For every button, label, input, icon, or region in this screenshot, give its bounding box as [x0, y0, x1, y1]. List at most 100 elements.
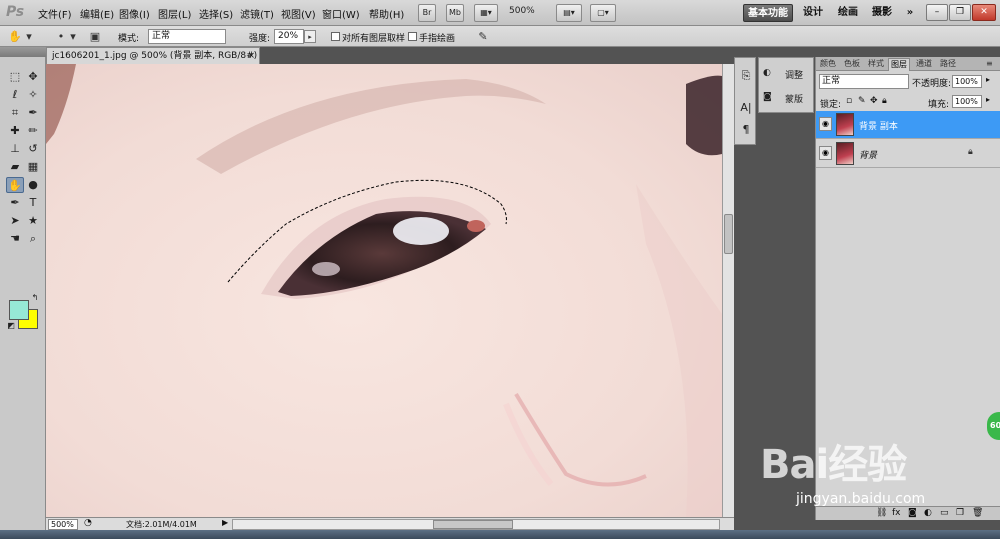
tab-styles[interactable]: 样式: [866, 58, 886, 71]
lock-all-icon[interactable]: 🔒︎: [882, 96, 887, 106]
brush-dropdown-icon[interactable]: ▾: [68, 28, 78, 45]
menu-layer[interactable]: 图层(L): [158, 6, 191, 21]
menu-image[interactable]: 图像(I): [119, 6, 150, 21]
new-layer-icon[interactable]: ❐: [956, 508, 964, 518]
history-brush-tool-icon[interactable]: ↺: [24, 141, 42, 157]
mini-bridge-button[interactable]: Mb: [446, 4, 464, 22]
fill-input[interactable]: 100%: [952, 95, 982, 108]
paragraph-panel-icon[interactable]: ¶: [738, 122, 754, 138]
panel-menu-icon[interactable]: ≡: [984, 58, 995, 71]
masks-label[interactable]: 蒙版: [785, 92, 803, 105]
delete-layer-icon[interactable]: 🗑︎: [972, 508, 983, 518]
photo-canvas[interactable]: [46, 64, 722, 517]
pressure-icon[interactable]: ✎: [474, 28, 492, 45]
opacity-input[interactable]: 100%: [952, 75, 982, 88]
fill-arrow-icon[interactable]: ▸: [986, 95, 990, 104]
vertical-scroll-thumb[interactable]: [724, 214, 733, 254]
strength-input[interactable]: 20%: [274, 29, 304, 44]
workspace-painting[interactable]: 绘画: [834, 4, 862, 22]
restore-button[interactable]: ❐: [949, 4, 971, 21]
layer-row-background-copy[interactable]: ◉ 背景 副本: [816, 111, 1000, 139]
pen-tool-icon[interactable]: ✒: [6, 195, 24, 211]
document-canvas-area[interactable]: [46, 64, 722, 517]
view-extras-button[interactable]: ▦▾: [474, 4, 498, 22]
menu-window[interactable]: 窗口(W): [322, 6, 360, 21]
horizontal-scrollbar[interactable]: [232, 519, 720, 530]
mode-select[interactable]: 正常: [148, 29, 226, 44]
close-window-button[interactable]: ✕: [972, 4, 996, 21]
preset-dropdown-icon[interactable]: ▾: [24, 28, 34, 45]
zoom-tool-icon[interactable]: ⌕: [24, 231, 42, 247]
layer-style-icon[interactable]: fx: [892, 508, 901, 518]
status-zoom-field[interactable]: 500%: [48, 519, 78, 530]
foreground-color-swatch[interactable]: [9, 300, 29, 320]
brush-panel-icon[interactable]: ▣: [86, 28, 104, 45]
menu-file[interactable]: 文件(F): [38, 6, 72, 21]
status-menu-arrow-icon[interactable]: ▶: [222, 518, 228, 527]
smudge-tool-icon[interactable]: ✋: [6, 177, 24, 193]
healing-brush-tool-icon[interactable]: ✚: [6, 123, 24, 139]
close-document-icon[interactable]: ×: [247, 48, 255, 64]
shape-tool-icon[interactable]: ★: [24, 213, 42, 229]
swap-colors-icon[interactable]: ↰: [30, 293, 40, 303]
adjustments-label[interactable]: 调整: [785, 68, 803, 81]
dodge-tool-icon[interactable]: ●: [24, 177, 42, 193]
layer-row-background[interactable]: ◉ 背景 🔒︎: [816, 140, 1000, 168]
type-tool-icon[interactable]: T: [24, 195, 42, 211]
masks-icon[interactable]: ◙: [763, 92, 772, 102]
default-colors-icon[interactable]: ◩: [6, 321, 16, 331]
tools-panel-grip[interactable]: [0, 47, 46, 57]
sample-all-layers-checkbox[interactable]: [331, 32, 340, 41]
brush-tool-icon[interactable]: ✏: [24, 123, 42, 139]
opacity-arrow-icon[interactable]: ▸: [986, 75, 990, 84]
workspace-design[interactable]: 设计: [799, 4, 827, 22]
minimize-button[interactable]: –: [926, 4, 948, 21]
marquee-tool-icon[interactable]: ⬚: [6, 69, 24, 85]
lasso-tool-icon[interactable]: ℓ: [6, 87, 24, 103]
eraser-tool-icon[interactable]: ▰: [6, 159, 24, 175]
zoom-level-dropdown[interactable]: 500%: [509, 6, 535, 16]
path-selection-tool-icon[interactable]: ➤: [6, 213, 24, 229]
adjustments-icon[interactable]: ◐: [763, 68, 771, 78]
link-layers-icon[interactable]: ⛓: [876, 508, 887, 518]
visibility-eye-icon[interactable]: ◉: [819, 146, 832, 160]
horizontal-scroll-thumb[interactable]: [433, 520, 513, 529]
crop-tool-icon[interactable]: ⌗: [6, 105, 24, 121]
blend-mode-select[interactable]: 正常: [819, 74, 909, 89]
add-mask-icon[interactable]: ◙: [908, 508, 917, 518]
visibility-eye-icon[interactable]: ◉: [819, 117, 832, 131]
hand-tool-icon[interactable]: ☚: [6, 231, 24, 247]
vertical-scrollbar[interactable]: [722, 64, 734, 517]
character-panel-icon[interactable]: A|: [738, 100, 754, 116]
new-group-icon[interactable]: ▭: [940, 508, 949, 518]
screen-mode-button[interactable]: ▢▾: [590, 4, 616, 22]
gradient-tool-icon[interactable]: ▦: [24, 159, 42, 175]
clone-stamp-tool-icon[interactable]: ⊥: [6, 141, 24, 157]
smudge-tool-preset-icon[interactable]: ✋: [6, 28, 24, 45]
menu-filter[interactable]: 滤镜(T): [240, 6, 274, 21]
menu-view[interactable]: 视图(V): [281, 6, 316, 21]
tab-paths[interactable]: 路径: [938, 58, 958, 71]
adjustment-layer-icon[interactable]: ◐: [924, 508, 932, 518]
lock-image-icon[interactable]: ✎: [858, 96, 866, 106]
tab-color[interactable]: 颜色: [818, 58, 838, 71]
tab-channels[interactable]: 通道: [914, 58, 934, 71]
move-tool-icon[interactable]: ✥: [24, 69, 42, 85]
eyedropper-tool-icon[interactable]: ✒: [24, 105, 42, 121]
lock-transparent-icon[interactable]: ▫: [846, 96, 852, 106]
bridge-button[interactable]: Br: [418, 4, 436, 22]
quick-select-tool-icon[interactable]: ✧: [24, 87, 42, 103]
workspace-more-button[interactable]: »: [900, 4, 920, 22]
strength-arrow-icon[interactable]: ▸: [304, 30, 316, 43]
document-tab[interactable]: jc1606201_1.jpg @ 500% (背景 副本, RGB/8#) *…: [46, 47, 260, 64]
workspace-photography[interactable]: 摄影: [868, 4, 896, 22]
menu-edit[interactable]: 编辑(E): [80, 6, 114, 21]
tab-layers[interactable]: 图层: [888, 58, 910, 71]
workspace-essentials[interactable]: 基本功能: [743, 4, 793, 22]
tab-swatches[interactable]: 色板: [842, 58, 862, 71]
history-panel-icon[interactable]: ⎘: [738, 68, 754, 84]
floating-badge[interactable]: 60: [987, 412, 1000, 440]
arrange-documents-button[interactable]: ▤▾: [556, 4, 582, 22]
menu-help[interactable]: 帮助(H): [369, 6, 404, 21]
lock-position-icon[interactable]: ✥: [870, 96, 878, 106]
